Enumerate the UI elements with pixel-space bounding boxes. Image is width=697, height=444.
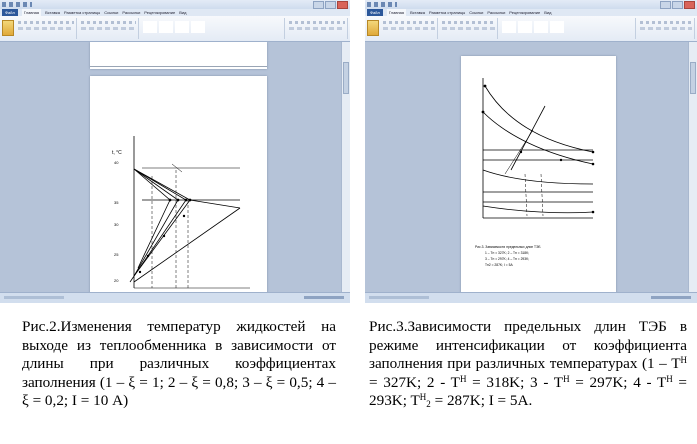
document-workspace: 40 35 30 25 20 t, °C [0, 42, 342, 293]
tab-home[interactable]: Главная [386, 9, 407, 16]
ribbon-tabs: Файл Главная Вставка Разметка страницы С… [365, 9, 697, 16]
quick-access-toolbar[interactable] [367, 2, 397, 7]
ribbon-group-font[interactable] [16, 18, 77, 39]
maximize-icon[interactable] [325, 1, 336, 9]
curve-6 [133, 199, 191, 277]
minimize-icon[interactable] [660, 1, 671, 9]
status-text [4, 296, 64, 299]
vertical-scrollbar[interactable] [688, 42, 697, 293]
caption-text: = 297K; 4 - T [569, 373, 667, 391]
ribbon [365, 16, 697, 42]
tick-label: 30 [114, 222, 119, 227]
curve-1 [133, 168, 241, 209]
title-bar [0, 0, 350, 9]
ribbon-group-font[interactable] [381, 18, 439, 39]
ribbon-tabs: Файл Главная Вставка Разметка страницы С… [0, 9, 350, 16]
zoom-slider[interactable] [304, 296, 344, 299]
scroll-thumb[interactable] [690, 62, 696, 94]
caption-text: = 287K; I = 5A. [430, 392, 533, 410]
curve-5 [133, 207, 241, 283]
tick-label: 20 [114, 278, 119, 283]
ribbon-group-paragraph[interactable] [78, 18, 140, 39]
tab-file[interactable]: Файл [367, 9, 383, 16]
tab-review[interactable]: Рецензирование [509, 9, 540, 16]
slope-line-2 [504, 129, 534, 175]
page-divider [90, 66, 267, 67]
ribbon-group-editing[interactable] [287, 18, 348, 39]
legend-line: Tн2 = 287K; I = 5A [485, 263, 513, 267]
scroll-thumb[interactable] [343, 62, 349, 94]
figure-temperature-vs-length: 40 35 30 25 20 t, °C [112, 136, 250, 289]
close-icon[interactable] [337, 1, 348, 9]
left-word-window: Файл Главная Вставка Разметка страницы С… [0, 0, 350, 303]
figure-limit-length-vs-fill: Рис.3. Зависимости предельных длин ТЭБ 1… [475, 78, 595, 267]
legend-line: Рис.3. Зависимости предельных длин ТЭБ [475, 245, 541, 249]
y-axis-label: t, °C [112, 150, 122, 156]
tick-label: 35 [114, 200, 119, 205]
curve-3 [482, 169, 594, 185]
curve-4 [482, 205, 594, 214]
paste-button[interactable] [2, 20, 14, 36]
tab-mailings[interactable]: Рассылки [122, 9, 140, 16]
tab-references[interactable]: Ссылки [104, 9, 118, 16]
ribbon-group-styles[interactable] [499, 18, 636, 39]
right-word-window: Файл Главная Вставка Разметка страницы С… [365, 0, 697, 303]
ribbon-group-paragraph[interactable] [440, 18, 498, 39]
tab-page-layout[interactable]: Разметка страницы [64, 9, 100, 16]
paste-button[interactable] [367, 20, 379, 36]
quick-access-toolbar[interactable] [2, 2, 32, 7]
ribbon-group-editing[interactable] [637, 18, 695, 39]
tab-insert[interactable]: Вставка [410, 9, 425, 16]
status-text [369, 296, 429, 299]
status-bar [0, 292, 350, 303]
maximize-icon[interactable] [672, 1, 683, 9]
tab-home[interactable]: Главная [21, 9, 42, 16]
document-workspace: Рис.3. Зависимости предельных длин ТЭБ 1… [365, 42, 689, 293]
ribbon-group-styles[interactable] [141, 18, 286, 39]
zoom-slider[interactable] [651, 296, 691, 299]
caption-text: = 327K; 2 - T [369, 373, 460, 391]
minimize-icon[interactable] [313, 1, 324, 9]
document-page[interactable]: 40 35 30 25 20 t, °C [90, 76, 267, 293]
ribbon [0, 16, 350, 42]
legend-line: 3 – Tн = 297K; 4 – Tн = 293K; [485, 257, 529, 261]
tab-insert[interactable]: Вставка [45, 9, 60, 16]
title-bar [365, 0, 697, 9]
tick-label: 25 [114, 252, 119, 257]
document-page[interactable]: Рис.3. Зависимости предельных длин ТЭБ 1… [461, 56, 616, 293]
figure-3-caption: Рис.3.Зависимости предельных длин ТЭБ в … [369, 318, 687, 411]
figure-2-caption: Рис.2.Изменения температур жидкостей на … [22, 318, 336, 410]
status-bar [365, 292, 697, 303]
dashed-2 [540, 173, 544, 217]
tab-mailings[interactable]: Рассылки [487, 9, 505, 16]
close-icon[interactable] [684, 1, 695, 9]
legend-line: 1 – Tн = 327K; 2 – Tн = 318K; [485, 251, 529, 255]
tab-references[interactable]: Ссылки [469, 9, 483, 16]
tab-view[interactable]: Вид [179, 9, 186, 16]
window-controls [313, 1, 348, 9]
vertical-scrollbar[interactable] [341, 42, 350, 293]
curve-1 [484, 85, 594, 153]
tab-page-layout[interactable]: Разметка страницы [429, 9, 465, 16]
window-controls [660, 1, 695, 9]
tick-label: 40 [114, 160, 119, 165]
caption-text: = 318K; 3 - T [466, 373, 564, 391]
caption-sup: Н [680, 355, 688, 366]
tab-review[interactable]: Рецензирование [144, 9, 175, 16]
tab-file[interactable]: Файл [2, 9, 18, 16]
caption-text: Рис.3.Зависимости предельных длин ТЭБ в … [369, 318, 687, 373]
curve-3 [133, 168, 179, 277]
tab-view[interactable]: Вид [544, 9, 551, 16]
previous-page-bottom [90, 42, 267, 69]
